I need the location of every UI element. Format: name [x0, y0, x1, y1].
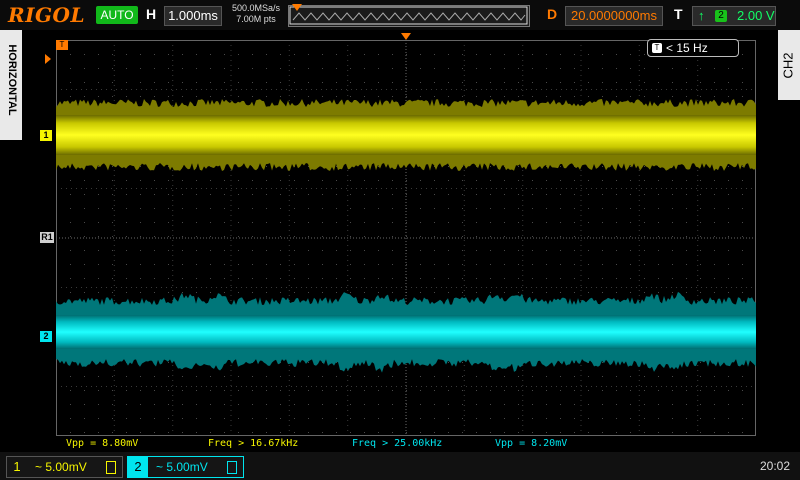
- frequency-counter[interactable]: T < 15 Hz: [647, 39, 739, 57]
- delay-value[interactable]: 20.0000000ms: [565, 6, 663, 26]
- channel-2-offset-marker[interactable]: 2: [40, 331, 52, 342]
- counter-trigger-icon: T: [652, 43, 662, 53]
- trigger-settings[interactable]: ↑︎ 2 2.00 V: [692, 6, 776, 26]
- channel-1-offset-marker[interactable]: 1: [40, 130, 52, 141]
- top-status-bar: RIGOL AUTO H 1.000ms 500.0MSa/s 7.00M pt…: [0, 0, 800, 30]
- waveform-display[interactable]: [56, 40, 756, 436]
- trigger-time-icon: [401, 33, 411, 40]
- acquisition-info: 500.0MSa/s 7.00M pts: [228, 3, 284, 25]
- measurement-ch2-vpp: Vpp = 8.20mV: [495, 438, 568, 449]
- trace-core-band: [56, 315, 756, 349]
- memory-waveform-icon: [289, 6, 528, 25]
- trigger-source-badge: 2: [715, 10, 727, 22]
- measurement-ch2-freq: Freq > 25.00kHz: [352, 438, 443, 449]
- sample-rate: 500.0MSa/s: [231, 3, 281, 13]
- timebase-value[interactable]: 1.000ms: [164, 6, 222, 26]
- clock: 20:02: [760, 459, 791, 473]
- impedance-icon: [227, 461, 237, 474]
- trigger-level: 2.00 V: [737, 8, 775, 23]
- trigger-label: T: [674, 6, 683, 22]
- reference-marker[interactable]: R1: [40, 232, 54, 243]
- trigger-position-marker: T: [56, 40, 68, 50]
- memory-depth: 7.00M pts: [236, 14, 276, 24]
- trace-core-band: [56, 115, 756, 155]
- channel-1-number: 1: [13, 459, 21, 474]
- trigger-position-icon: [292, 4, 302, 11]
- delay-label: D: [547, 6, 558, 22]
- channel-2-settings[interactable]: 2 ~ 5.00mV: [127, 456, 244, 478]
- channel-1-scale: ~ 5.00mV: [35, 460, 87, 474]
- channel-2-number: 2: [128, 457, 148, 477]
- memory-overview[interactable]: [288, 5, 530, 27]
- rising-edge-icon: ↑︎: [698, 8, 705, 23]
- run-state-button[interactable]: AUTO: [96, 6, 138, 24]
- channel-2-scale: ~ 5.00mV: [156, 460, 208, 474]
- measurement-ch1-vpp: Vpp = 8.80mV: [66, 438, 139, 449]
- horizontal-label: H: [146, 6, 157, 22]
- frequency-counter-value: < 15 Hz: [666, 41, 708, 55]
- horizontal-tab-label: HORIZONTAL: [6, 44, 18, 116]
- channel-menu-tab[interactable]: CH2: [778, 30, 800, 100]
- channel-status-bar: 1 ~ 5.00mV 2 ~ 5.00mV 20:02: [0, 452, 800, 480]
- impedance-icon: [106, 461, 116, 474]
- channel-1-trace: [56, 99, 756, 171]
- trigger-level-icon: [45, 54, 51, 64]
- horizontal-menu-tab[interactable]: HORIZONTAL: [0, 30, 22, 140]
- channel-1-settings[interactable]: 1 ~ 5.00mV: [6, 456, 123, 478]
- channel-tab-label: CH2: [780, 52, 796, 79]
- measurement-ch1-freq: Freq > 16.67kHz: [208, 438, 299, 449]
- brand-logo: RIGOL: [8, 3, 86, 27]
